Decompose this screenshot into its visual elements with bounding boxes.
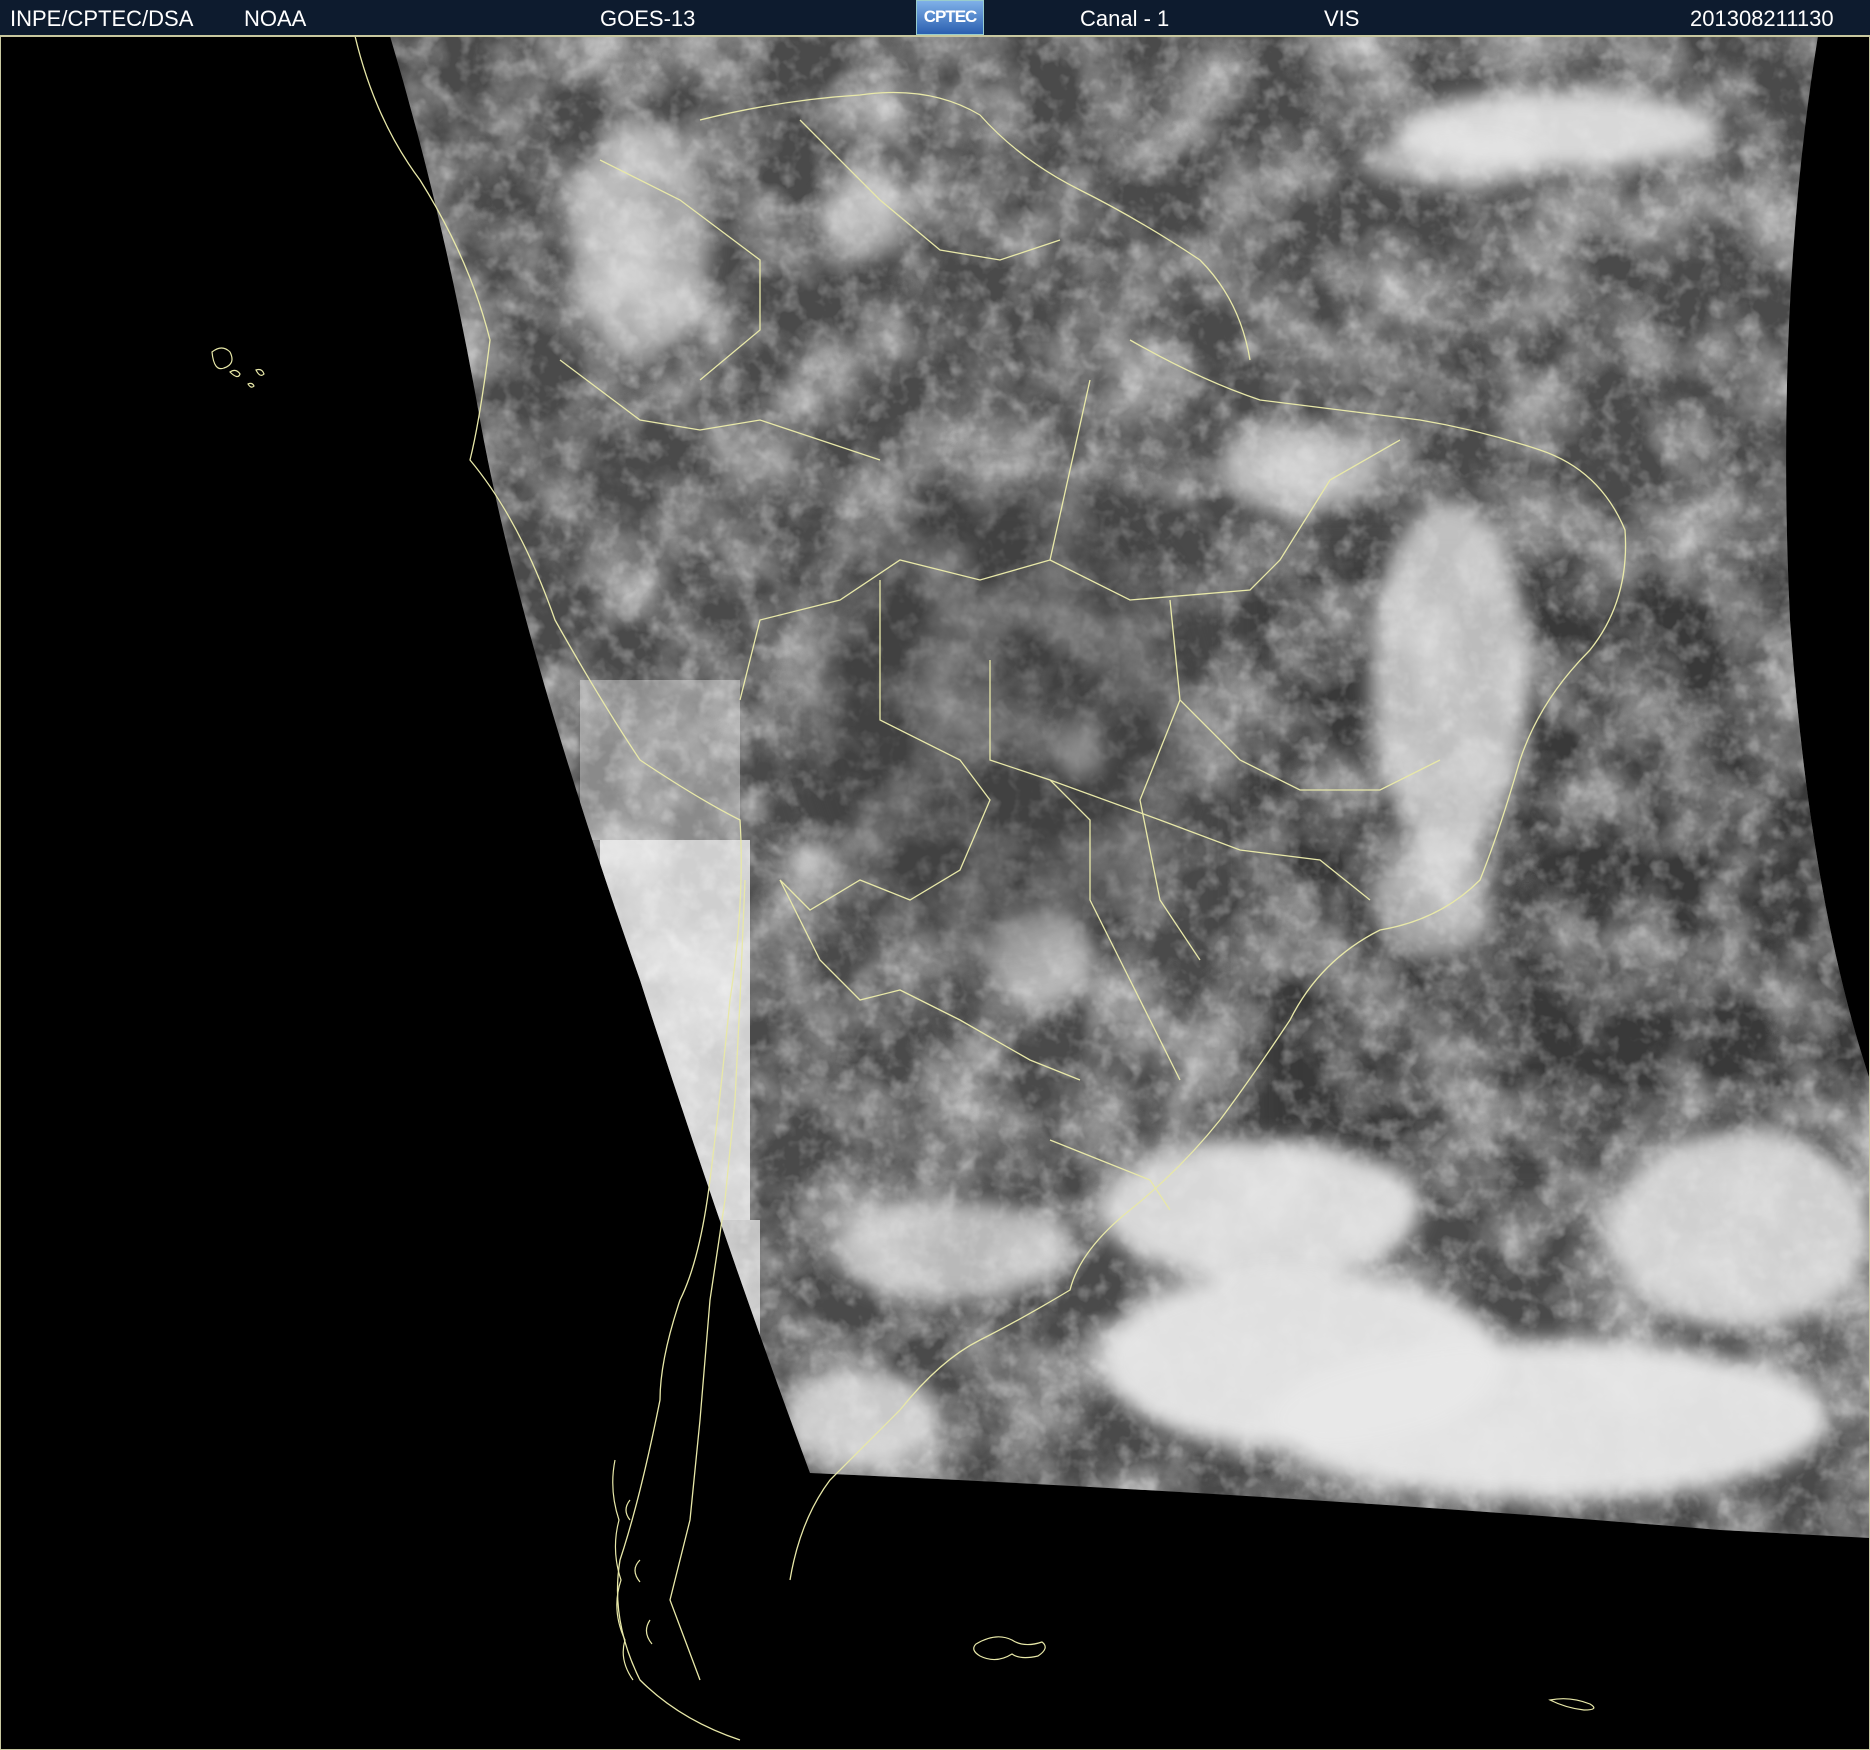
cptec-logo: CPTEC (916, 0, 984, 35)
timestamp-label: 201308211130 (1690, 6, 1834, 31)
header-bar: INPE/CPTEC/DSA NOAA GOES-13 CPTEC Canal … (0, 0, 1870, 36)
org-label: INPE/CPTEC/DSA (10, 6, 194, 31)
band-label: VIS (1324, 6, 1360, 31)
agency-label: NOAA (244, 6, 307, 31)
channel-label: Canal - 1 (1080, 6, 1170, 31)
satellite-image (0, 36, 1870, 1750)
satellite-label: GOES-13 (600, 6, 696, 31)
logo-text: CPTEC (923, 7, 978, 26)
